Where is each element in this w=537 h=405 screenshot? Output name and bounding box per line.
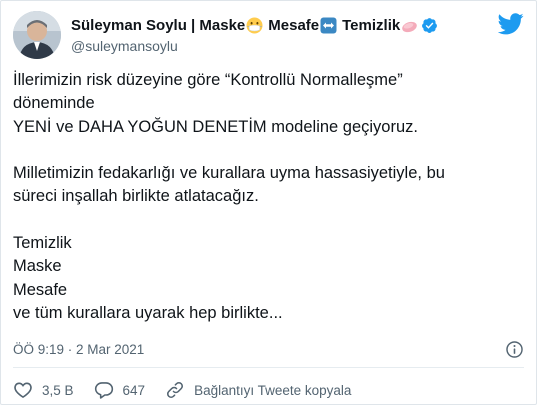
tweet-timestamp[interactable]: ÖÖ 9:19 · 2 Mar 2021	[13, 342, 144, 357]
author-names: Süleyman Soylu | Maske Mesafe Temizlik @…	[71, 16, 440, 55]
tweet-line: döneminde	[13, 94, 95, 113]
tweet-actions: 3,5 B 647 Bağlantıyı Tweete kopyala	[13, 379, 371, 401]
author-handle[interactable]: @suleymansoylu	[71, 37, 440, 55]
display-name-text: Süleyman Soylu | Maske	[71, 17, 246, 34]
mask-emoji-icon	[246, 17, 263, 34]
display-name-mesafe: Mesafe	[268, 17, 320, 34]
display-name-temizlik: Temizlik	[342, 17, 401, 34]
tweet-card: Süleyman Soylu | Maske Mesafe Temizlik @…	[0, 0, 537, 405]
twitter-bird-icon[interactable]	[497, 13, 524, 35]
avatar[interactable]	[13, 11, 61, 59]
copy-link-label: Bağlantıyı Tweete kopyala	[194, 382, 352, 398]
tweet-line: İllerimizin risk düzeyine göre “Kontroll…	[13, 71, 403, 89]
info-icon[interactable]	[505, 340, 524, 359]
reply-icon	[94, 382, 113, 399]
tweet-header: Süleyman Soylu | Maske Mesafe Temizlik @…	[13, 11, 524, 59]
tweet-line: YENİ ve DAHA YOĞUN DENETİM modeline geçi…	[13, 117, 418, 136]
tweet-line: Maske	[13, 257, 62, 276]
tweet-text: İllerimizin risk düzeyine göre “Kontroll…	[13, 69, 525, 325]
tweet-line: süreci inşallah birlikte atlatacağız.	[13, 187, 259, 206]
display-name[interactable]: Süleyman Soylu | Maske Mesafe Temizlik	[71, 16, 440, 35]
like-button[interactable]: 3,5 B	[13, 380, 74, 400]
tweet-line: ve tüm kurallara uyarak hep birlikte...	[13, 303, 283, 322]
tweet-line: Milletimizin fedakarlığı ve kurallara uy…	[13, 164, 445, 183]
left-right-arrow-emoji-icon	[320, 17, 337, 34]
tweet-line: Temizlik	[13, 234, 72, 253]
copy-link-button[interactable]: Bağlantıyı Tweete kopyala	[165, 380, 351, 400]
heart-icon	[14, 382, 32, 399]
soap-emoji-icon	[401, 17, 418, 34]
reply-count: 647	[122, 382, 146, 398]
link-icon	[167, 382, 184, 398]
tweet-line: Mesafe	[13, 280, 68, 299]
reply-button[interactable]: 647	[94, 380, 146, 400]
tweet-meta: ÖÖ 9:19 · 2 Mar 2021	[13, 340, 524, 360]
like-count: 3,5 B	[42, 382, 74, 398]
verified-badge-icon	[421, 17, 438, 34]
divider	[13, 367, 524, 368]
